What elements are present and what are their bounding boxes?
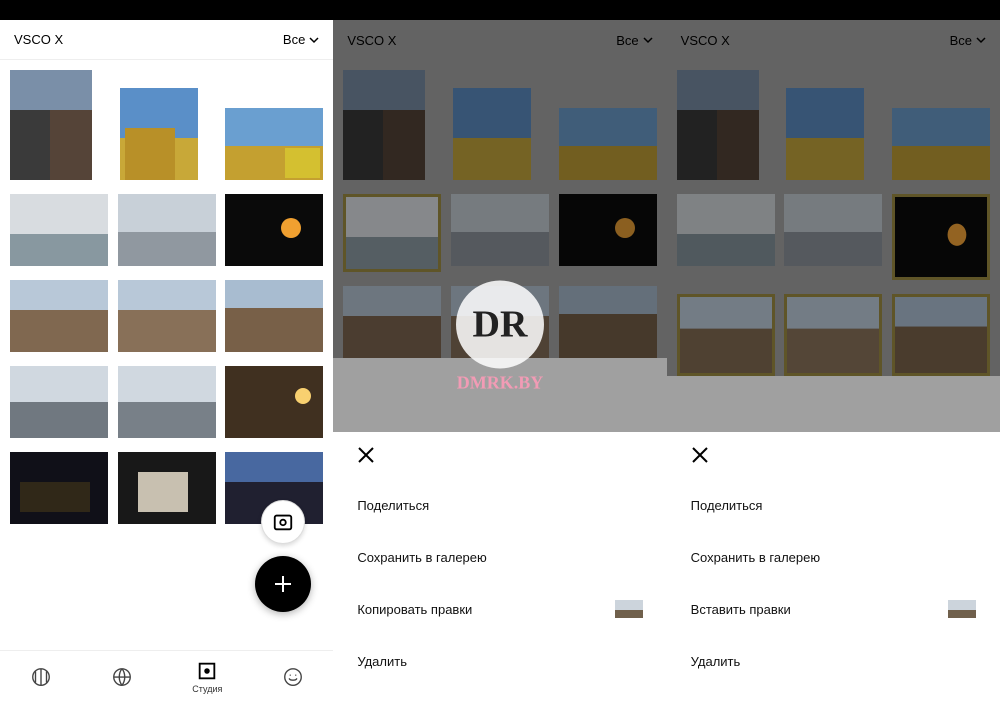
filter-label: Все — [283, 32, 305, 47]
action-delete[interactable]: Удалить — [357, 635, 642, 687]
close-button[interactable] — [357, 446, 642, 469]
photo-thumb[interactable] — [118, 366, 216, 438]
action-copy-edits[interactable]: Копировать правки — [357, 583, 642, 635]
fab-group — [255, 500, 311, 612]
photo-thumb[interactable] — [225, 108, 323, 180]
chevron-down-icon — [643, 35, 653, 45]
copy-thumb-icon — [615, 600, 643, 618]
photo-thumb[interactable] — [559, 286, 657, 358]
bottom-nav: Студия — [0, 650, 333, 702]
globe-icon — [111, 666, 133, 688]
action-delete[interactable]: Удалить — [691, 635, 976, 687]
camera-button[interactable] — [261, 500, 305, 544]
nav-studio-label: Студия — [192, 684, 222, 694]
action-share[interactable]: Поделиться — [357, 479, 642, 531]
filter-label: Все — [616, 33, 638, 48]
photo-thumb[interactable] — [10, 366, 108, 438]
photo-thumb[interactable] — [677, 70, 759, 180]
screen-sheet-copy: VSCO X Все Поделиться Сохранить в галере… — [333, 0, 666, 702]
nav-feed[interactable] — [30, 666, 52, 688]
top-bar: VSCO X Все — [667, 20, 1000, 60]
nav-discover[interactable] — [111, 666, 133, 688]
photo-thumb[interactable] — [225, 194, 323, 266]
paste-thumb-icon — [948, 600, 976, 618]
photo-thumb[interactable] — [343, 286, 441, 358]
photo-grid — [0, 60, 333, 524]
studio-icon — [196, 660, 218, 682]
smile-icon — [282, 666, 304, 688]
action-share[interactable]: Поделиться — [691, 479, 976, 531]
photo-thumb[interactable] — [225, 366, 323, 438]
photo-thumb-selected[interactable] — [677, 294, 775, 376]
status-bar — [333, 0, 666, 20]
action-paste-edits[interactable]: Вставить правки — [691, 583, 976, 635]
filter-dropdown: Все — [950, 33, 986, 48]
action-save[interactable]: Сохранить в галерею — [691, 531, 976, 583]
photo-thumb-selected[interactable] — [784, 294, 882, 376]
app-title[interactable]: VSCO X — [14, 32, 63, 47]
photo-thumb[interactable] — [225, 280, 323, 352]
photo-thumb-selected[interactable] — [892, 294, 990, 376]
filter-dropdown[interactable]: Все — [283, 32, 319, 47]
photo-thumb[interactable] — [451, 194, 549, 266]
app-title: VSCO X — [347, 33, 396, 48]
photo-thumb[interactable] — [118, 280, 216, 352]
action-save[interactable]: Сохранить в галерею — [357, 531, 642, 583]
top-bar: VSCO X Все — [333, 20, 666, 60]
photo-thumb[interactable] — [784, 194, 882, 266]
photo-thumb[interactable] — [120, 88, 198, 180]
filter-label: Все — [950, 33, 972, 48]
photo-thumb[interactable] — [451, 286, 549, 358]
action-sheet: Поделиться Сохранить в галерею Копироват… — [333, 432, 666, 702]
photo-thumb[interactable] — [892, 108, 990, 180]
close-icon — [691, 446, 709, 464]
action-sheet: Поделиться Сохранить в галерею Вставить … — [667, 432, 1000, 702]
photo-thumb[interactable] — [677, 194, 775, 266]
photo-thumb[interactable] — [559, 194, 657, 266]
status-bar — [0, 0, 333, 20]
nav-profile[interactable] — [282, 666, 304, 688]
nav-studio[interactable]: Студия — [192, 660, 222, 694]
close-icon — [357, 446, 375, 464]
filter-dropdown: Все — [616, 33, 652, 48]
photo-thumb[interactable] — [343, 70, 425, 180]
photo-grid — [667, 60, 1000, 376]
screen-studio: VSCO X Все — [0, 0, 333, 702]
close-button[interactable] — [691, 446, 976, 469]
photo-thumb-selected[interactable] — [892, 194, 990, 280]
photo-thumb[interactable] — [10, 70, 92, 180]
photo-thumb[interactable] — [10, 194, 108, 266]
top-bar: VSCO X Все — [0, 20, 333, 60]
add-button[interactable] — [255, 556, 311, 612]
photo-thumb[interactable] — [10, 280, 108, 352]
photo-thumb[interactable] — [118, 194, 216, 266]
chevron-down-icon — [309, 35, 319, 45]
feed-icon — [30, 666, 52, 688]
photo-thumb[interactable] — [10, 452, 108, 524]
photo-thumb[interactable] — [786, 88, 864, 180]
photo-thumb[interactable] — [559, 108, 657, 180]
screen-sheet-paste: VSCO X Все Поделиться Сохранить в галере… — [667, 0, 1000, 702]
photo-grid — [333, 60, 666, 358]
status-bar — [667, 0, 1000, 20]
app-title: VSCO X — [681, 33, 730, 48]
photo-thumb[interactable] — [453, 88, 531, 180]
chevron-down-icon — [976, 35, 986, 45]
photo-thumb-selected[interactable] — [343, 194, 441, 272]
photo-thumb[interactable] — [118, 452, 216, 524]
